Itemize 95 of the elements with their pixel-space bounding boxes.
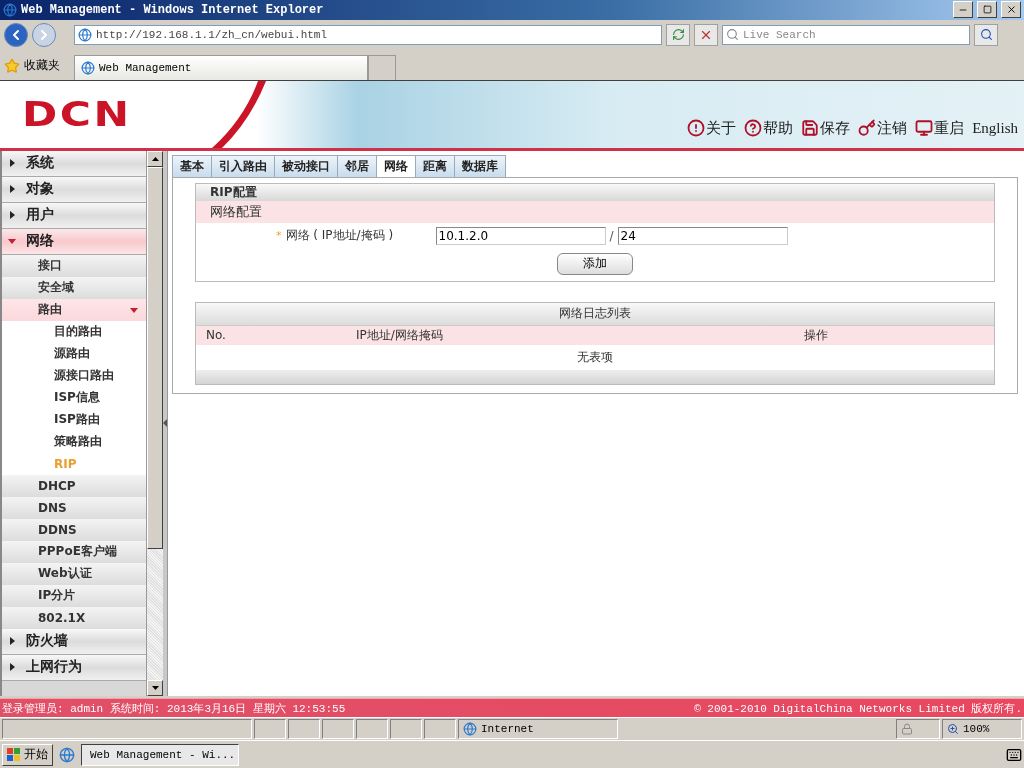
status-panel bbox=[254, 719, 286, 740]
logo: DCN bbox=[22, 94, 132, 135]
key-icon bbox=[858, 119, 877, 138]
tab[interactable]: 数据库 bbox=[454, 154, 506, 177]
browser-icon bbox=[3, 2, 17, 17]
sidebar-item[interactable]: 源接口路由 bbox=[2, 364, 146, 387]
header-link[interactable]: 帮助 bbox=[744, 118, 794, 138]
sidebar-item[interactable]: 接口 bbox=[2, 254, 146, 277]
login-info: 登录管理员: admin 系统时间: 2013年3月16日 星期六 12:53:55 bbox=[2, 701, 346, 716]
window-title: Web Management - Windows Internet Explorer bbox=[21, 2, 325, 17]
forward-button[interactable] bbox=[32, 22, 56, 47]
scrollbar[interactable] bbox=[146, 150, 163, 697]
stop-button[interactable] bbox=[694, 23, 718, 46]
status-panel bbox=[390, 719, 422, 740]
column-header: 操作 bbox=[803, 326, 829, 344]
tab[interactable]: 引入路由 bbox=[211, 154, 275, 177]
zone-status: Internet bbox=[458, 719, 618, 740]
favorites-button[interactable]: 收藏夹 bbox=[4, 51, 60, 80]
browser-icon bbox=[81, 60, 95, 75]
caret-up-icon bbox=[151, 156, 159, 161]
windows-logo-icon bbox=[7, 747, 21, 762]
header-link[interactable]: 关于 bbox=[687, 118, 737, 138]
info-icon bbox=[687, 119, 706, 138]
taskbar-window[interactable]: Web Management - Wi... bbox=[81, 743, 239, 766]
tab[interactable]: 基本 bbox=[172, 154, 212, 177]
sidebar-item[interactable]: 对象 bbox=[2, 176, 146, 203]
sidebar-item[interactable]: IP分片 bbox=[2, 584, 146, 607]
scroll-down-button[interactable] bbox=[147, 680, 163, 697]
header-link[interactable]: 注销 bbox=[858, 118, 908, 138]
monitor-icon bbox=[915, 119, 934, 138]
sidebar-item[interactable]: DDNS bbox=[2, 518, 146, 541]
section-subtitle: 网络配置 bbox=[196, 200, 994, 223]
status-panel bbox=[322, 719, 354, 740]
sidebar-item[interactable]: 网络 bbox=[2, 228, 146, 255]
sidebar-item[interactable]: PPPoE客户端 bbox=[2, 540, 146, 563]
save-icon bbox=[801, 119, 820, 138]
keyboard-icon[interactable] bbox=[1006, 746, 1022, 763]
sidebar-item[interactable]: Web认证 bbox=[2, 562, 146, 585]
close-button[interactable] bbox=[1001, 1, 1021, 19]
sidebar-item[interactable]: 上网行为 bbox=[2, 654, 146, 681]
star-icon bbox=[4, 57, 20, 74]
minimize-button[interactable] bbox=[953, 1, 973, 19]
language-link[interactable]: English bbox=[972, 119, 1018, 137]
close-icon bbox=[1005, 4, 1017, 16]
scroll-thumb[interactable] bbox=[147, 166, 163, 549]
restore-icon bbox=[982, 5, 992, 15]
sidebar-item[interactable]: 目的路由 bbox=[2, 320, 146, 343]
search-icon bbox=[726, 28, 739, 42]
sidebar-item[interactable]: 安全域 bbox=[2, 276, 146, 299]
browser-icon[interactable] bbox=[59, 746, 75, 763]
refresh-icon bbox=[671, 28, 685, 42]
sidebar-item[interactable]: 策略路由 bbox=[2, 430, 146, 453]
header-link[interactable]: 重启 bbox=[915, 118, 965, 138]
required-mark: * bbox=[276, 229, 282, 243]
sidebar-item[interactable]: 系统 bbox=[2, 150, 146, 177]
copyright: © 2001-2010 DigitalChina Networks Limited 版权所有. bbox=[694, 701, 1022, 716]
refresh-button[interactable] bbox=[666, 23, 690, 46]
zoom-control[interactable]: 100% bbox=[942, 719, 1022, 740]
tab[interactable]: 距离 bbox=[415, 154, 455, 177]
browser-tab[interactable]: Web Management bbox=[74, 54, 368, 80]
status-panel bbox=[424, 719, 456, 740]
globe-icon bbox=[463, 722, 477, 737]
sidebar-item[interactable]: ISP信息 bbox=[2, 386, 146, 409]
mask-field[interactable]: 24 bbox=[617, 226, 788, 245]
tab[interactable]: 被动接口 bbox=[274, 154, 338, 177]
column-header: No. bbox=[205, 328, 227, 343]
sidebar-item[interactable]: 用户 bbox=[2, 202, 146, 229]
column-header: IP地址/网络掩码 bbox=[355, 326, 444, 344]
sidebar-item[interactable]: 源路由 bbox=[2, 342, 146, 365]
tab[interactable]: 邻居 bbox=[337, 154, 377, 177]
browser-icon bbox=[78, 27, 92, 42]
help-icon bbox=[744, 119, 763, 138]
search-field[interactable]: Live Search bbox=[722, 24, 970, 45]
header-link[interactable]: 保存 bbox=[801, 118, 851, 138]
sidebar-item[interactable]: 802.1X bbox=[2, 606, 146, 629]
status-panel bbox=[288, 719, 320, 740]
table-title: 网络日志列表 bbox=[196, 302, 994, 326]
sidebar-item[interactable]: 路由 bbox=[2, 298, 146, 321]
back-button[interactable] bbox=[4, 22, 28, 47]
sidebar-item[interactable]: ISP路由 bbox=[2, 408, 146, 431]
search-button[interactable] bbox=[974, 23, 998, 46]
sidebar-item[interactable]: 防火墙 bbox=[2, 628, 146, 655]
caret-down-icon bbox=[151, 686, 159, 691]
separator: / bbox=[609, 228, 614, 243]
search-icon bbox=[979, 28, 993, 42]
status-panel bbox=[356, 719, 388, 740]
start-button[interactable]: 开始 bbox=[2, 743, 53, 766]
empty-message: 无表项 bbox=[576, 348, 614, 366]
zoom-icon bbox=[947, 723, 959, 736]
field-label: 网络 ( IP地址/掩码 ) bbox=[285, 227, 395, 245]
ip-field[interactable]: 10.1.2.0 bbox=[435, 226, 606, 245]
restore-button[interactable] bbox=[977, 1, 997, 19]
section-title: RIP配置 bbox=[196, 183, 994, 201]
add-button[interactable]: 添加 bbox=[557, 252, 633, 275]
address-field[interactable]: http://192.168.1.1/zh_cn/webui.html bbox=[74, 24, 662, 45]
